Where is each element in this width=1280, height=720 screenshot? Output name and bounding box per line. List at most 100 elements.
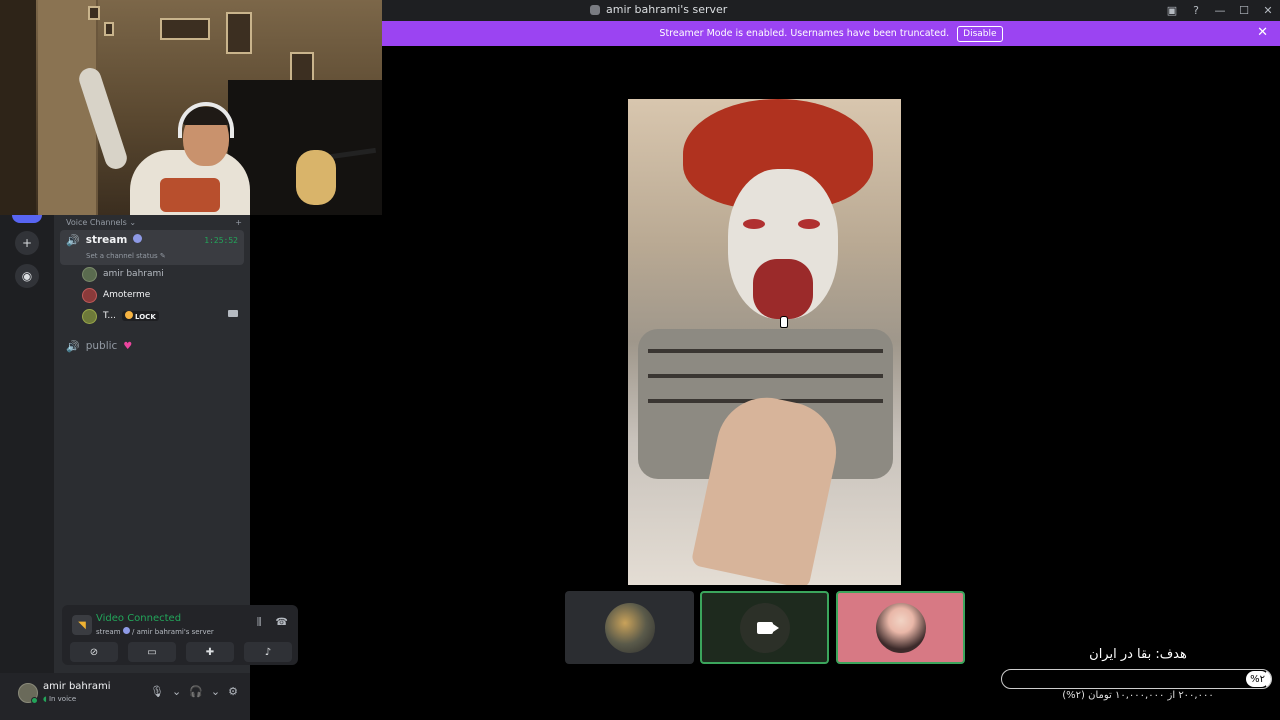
maximize-icon[interactable]: ☐	[1232, 0, 1256, 21]
mouse-cursor	[780, 316, 788, 328]
close-banner-icon[interactable]: ✕	[1257, 25, 1268, 40]
screen-share-icon: ▭	[147, 646, 157, 658]
webcam-shirt-print	[160, 178, 220, 212]
user-controls: 🎙 ⌄ 🎧 ⌄ ⚙	[150, 685, 238, 698]
member-avatar	[82, 287, 97, 303]
minimize-icon[interactable]: —	[1208, 0, 1232, 21]
participant-tile[interactable]	[836, 591, 965, 664]
banner-message: Streamer Mode is enabled. Usernames have…	[659, 28, 950, 39]
user-name[interactable]: amir bahrami	[43, 681, 111, 692]
user-panel: amir bahrami ◖ In voice 🎙 ⌄ 🎧 ⌄ ⚙	[0, 673, 250, 720]
webcam-door	[0, 0, 36, 215]
settings-gear-icon[interactable]: ⚙	[228, 685, 238, 698]
participant-tile[interactable]	[565, 591, 694, 664]
server-icon	[590, 4, 600, 15]
connection-signal-icon[interactable]: ◥	[72, 615, 92, 635]
lock-emoji-icon	[125, 311, 134, 319]
member-name: T...	[103, 311, 117, 321]
add-channel-icon[interactable]: +	[235, 218, 242, 227]
clown-eye	[798, 219, 820, 229]
channel-name: stream	[85, 234, 128, 246]
close-window-icon[interactable]: ✕	[1256, 0, 1280, 21]
voice-panel-icons: ⫼ ☎	[257, 617, 288, 628]
webcam-frame	[160, 18, 210, 40]
voice-connection-panel: ◥ Video Connected stream / amir bahrami'…	[62, 605, 298, 665]
voice-channel-label: stream	[96, 628, 121, 636]
voice-channels-category[interactable]: Voice Channels ⌄ +	[66, 215, 242, 229]
voice-member[interactable]: Amoterme	[82, 285, 242, 305]
member-avatar	[82, 266, 97, 282]
voice-connected-title[interactable]: Video Connected	[96, 613, 181, 624]
boost-icon	[133, 234, 143, 243]
channel-name: public	[85, 340, 118, 352]
participant-tile[interactable]	[700, 591, 829, 664]
user-status: ◖ In voice	[43, 695, 76, 703]
webcam-overlay	[0, 0, 382, 215]
member-tag-text: LOCK	[135, 313, 156, 321]
webcam-frame	[104, 22, 114, 36]
camera-off-button[interactable]: ⊘	[70, 642, 118, 662]
activities-icon: ✚	[205, 646, 215, 658]
boost-icon	[122, 627, 130, 634]
voice-actions: ⊘ ▭ ✚ ♪	[70, 642, 292, 662]
server-pill[interactable]	[12, 215, 42, 223]
stream-video[interactable]	[628, 99, 901, 585]
goal-title: هدف: بقا در ایران	[1089, 647, 1187, 662]
goal-percent: %۲	[1246, 671, 1269, 687]
window-title: amir bahrami's server	[590, 3, 727, 16]
speaker-icon: 🔊	[66, 339, 80, 353]
soundboard-button[interactable]: ♪	[244, 642, 292, 662]
heart-icon: ♥	[123, 340, 133, 352]
webcam-headphones	[178, 102, 234, 138]
voice-channel-public[interactable]: 🔊 public ♥	[60, 334, 244, 358]
voice-timer: 1:25:52	[204, 236, 238, 245]
mic-options-chevron-icon[interactable]: ⌄	[172, 685, 181, 698]
member-tag: LOCK	[122, 311, 159, 321]
member-name: Amoterme	[103, 290, 151, 300]
audio-options-chevron-icon[interactable]: ⌄	[211, 685, 220, 698]
window-title-text: amir bahrami's server	[606, 3, 728, 16]
participant-avatar	[875, 602, 926, 653]
member-avatar	[82, 308, 97, 324]
clown-stripe	[648, 349, 883, 353]
share-screen-button[interactable]: ▭	[128, 642, 176, 662]
headphones-icon[interactable]: 🎧	[189, 685, 203, 698]
in-voice-icon: ◖	[43, 695, 47, 703]
inbox-icon[interactable]: ▣	[1160, 0, 1184, 21]
channel-list: Voice Channels ⌄ + 🔊 stream 1:25:52 Set …	[54, 215, 298, 720]
goal-progress-bar: %۲	[1001, 669, 1272, 689]
webcam-frame	[226, 12, 252, 54]
channel-status[interactable]: Set a channel status ✎	[86, 252, 166, 260]
add-server-icon[interactable]: +	[15, 231, 39, 255]
webcam-microphone	[296, 150, 336, 205]
title-bar: amir bahrami's server ▣ ? — ☐ ✕	[382, 0, 1280, 21]
microphone-icon[interactable]: 🎙	[150, 685, 164, 698]
voice-channel-stream[interactable]: 🔊 stream 1:25:52 Set a channel status ✎	[60, 230, 244, 265]
voice-member[interactable]: amir bahrami	[82, 264, 242, 284]
voice-server-label: amir bahrami's server	[136, 628, 214, 636]
separator: /	[132, 628, 135, 636]
discover-icon[interactable]: ◉	[15, 264, 39, 288]
category-label: Voice Channels	[66, 217, 127, 227]
voice-connected-location[interactable]: stream / amir bahrami's server	[96, 627, 214, 636]
activities-button[interactable]: ✚	[186, 642, 234, 662]
streamer-mode-banner: Streamer Mode is enabled. Usernames have…	[382, 21, 1280, 46]
online-status-icon	[31, 697, 38, 704]
title-bar-icons: ▣ ? — ☐ ✕	[1160, 0, 1280, 21]
member-name: amir bahrami	[103, 269, 164, 279]
channel-status-text: Set a channel status	[86, 252, 158, 260]
user-status-text: In voice	[48, 695, 77, 703]
disconnect-icon[interactable]: ☎	[276, 617, 288, 628]
participant-avatar	[604, 602, 655, 653]
webcam-frame	[88, 6, 100, 20]
noise-suppression-icon[interactable]: ⫼	[257, 617, 262, 628]
clown-eye	[743, 219, 765, 229]
soundboard-icon: ♪	[264, 646, 272, 658]
clown-stripe	[648, 374, 883, 378]
camera-off-icon: ⊘	[89, 646, 99, 658]
video-camera-icon	[756, 621, 779, 634]
voice-member[interactable]: T... LOCK	[82, 306, 242, 326]
disable-button[interactable]: Disable	[957, 25, 1003, 42]
help-icon[interactable]: ?	[1184, 0, 1208, 21]
speaker-icon: 🔊	[66, 234, 80, 247]
